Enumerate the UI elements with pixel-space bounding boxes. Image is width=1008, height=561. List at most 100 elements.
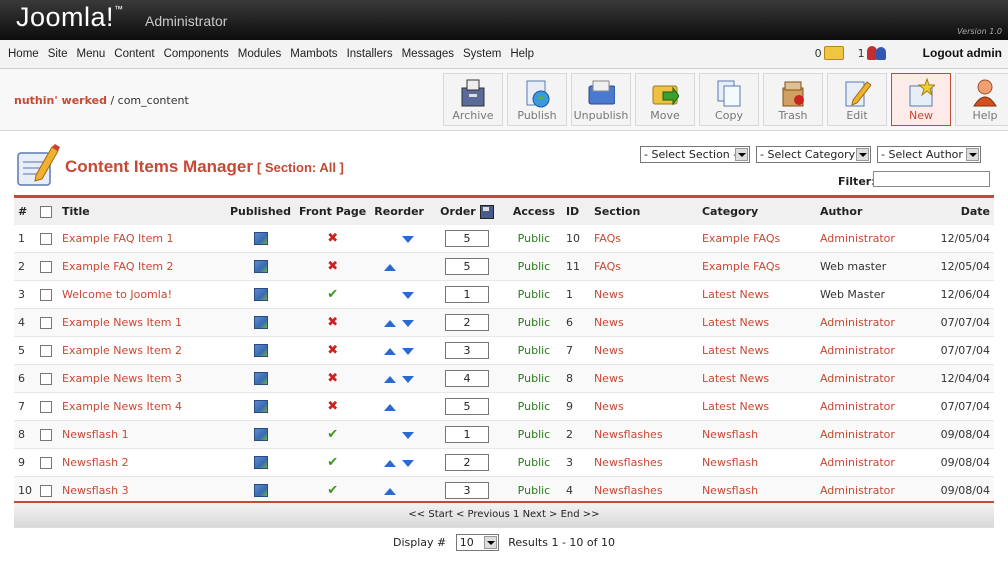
move-up-icon[interactable] [384, 487, 397, 495]
row-checkbox[interactable] [40, 373, 52, 385]
category-link[interactable]: Example FAQs [702, 232, 780, 245]
move-down-icon[interactable] [402, 347, 415, 355]
published-icon[interactable] [253, 400, 268, 414]
author-link[interactable]: Administrator [820, 372, 895, 385]
author-link[interactable]: Administrator [820, 456, 895, 469]
section-link[interactable]: News [594, 372, 624, 385]
move-down-icon[interactable] [402, 375, 415, 383]
toolbar-help-button[interactable]: Help [955, 73, 1008, 126]
row-checkbox[interactable] [40, 457, 52, 469]
frontpage-no-icon[interactable]: ✖ [327, 399, 338, 414]
access-link[interactable]: Public [518, 260, 551, 273]
pagination-next[interactable]: Next > [523, 509, 558, 520]
category-link[interactable]: Latest News [702, 288, 769, 301]
save-order-icon[interactable] [479, 204, 494, 219]
item-title-link[interactable]: Example FAQ Item 2 [62, 260, 174, 273]
order-input[interactable]: 1 [444, 286, 489, 303]
access-link[interactable]: Public [518, 232, 551, 245]
category-link[interactable]: Newsflash [702, 456, 758, 469]
author-link[interactable]: Administrator [820, 484, 895, 497]
order-input[interactable]: 3 [444, 482, 489, 499]
category-link[interactable]: Example FAQs [702, 260, 780, 273]
frontpage-no-icon[interactable]: ✖ [327, 259, 338, 274]
section-link[interactable]: News [594, 288, 624, 301]
order-input[interactable]: 2 [444, 314, 489, 331]
select-section[interactable]: - Select Section - [640, 146, 750, 163]
author-link[interactable]: Administrator [820, 428, 895, 441]
order-input[interactable]: 4 [444, 370, 489, 387]
pagination-end[interactable]: End >> [561, 509, 600, 520]
menu-item-help[interactable]: Help [510, 48, 534, 60]
published-icon[interactable] [253, 316, 268, 330]
move-up-icon[interactable] [384, 319, 397, 327]
author-link[interactable]: Administrator [820, 232, 895, 245]
item-title-link[interactable]: Example FAQ Item 1 [62, 232, 174, 245]
frontpage-yes-icon[interactable]: ✔ [327, 455, 338, 470]
row-checkbox[interactable] [40, 485, 52, 497]
menu-item-system[interactable]: System [463, 48, 501, 60]
item-title-link[interactable]: Example News Item 2 [62, 344, 182, 357]
row-checkbox[interactable] [40, 345, 52, 357]
order-input[interactable]: 5 [444, 230, 489, 247]
move-up-icon[interactable] [384, 403, 397, 411]
menu-item-modules[interactable]: Modules [238, 48, 281, 60]
row-checkbox[interactable] [40, 261, 52, 273]
access-link[interactable]: Public [518, 456, 551, 469]
category-link[interactable]: Latest News [702, 344, 769, 357]
order-input[interactable]: 1 [444, 426, 489, 443]
menu-item-mambots[interactable]: Mambots [290, 48, 337, 60]
pagination-previous[interactable]: < Previous [456, 509, 510, 520]
row-checkbox[interactable] [40, 429, 52, 441]
frontpage-no-icon[interactable]: ✖ [327, 231, 338, 246]
published-icon[interactable] [253, 372, 268, 386]
toolbar-archive-button[interactable]: Archive [443, 73, 503, 126]
published-icon[interactable] [253, 232, 268, 246]
item-title-link[interactable]: Newsflash 3 [62, 484, 129, 497]
frontpage-yes-icon[interactable]: ✔ [327, 483, 338, 498]
access-link[interactable]: Public [518, 288, 551, 301]
access-link[interactable]: Public [518, 372, 551, 385]
order-input[interactable]: 5 [444, 398, 489, 415]
category-link[interactable]: Newsflash [702, 484, 758, 497]
menu-item-home[interactable]: Home [8, 48, 39, 60]
move-up-icon[interactable] [384, 375, 397, 383]
toolbar-copy-button[interactable]: Copy [699, 73, 759, 126]
row-checkbox[interactable] [40, 317, 52, 329]
select-author[interactable]: - Select Author - [877, 146, 981, 163]
section-link[interactable]: News [594, 344, 624, 357]
access-link[interactable]: Public [518, 484, 551, 497]
toolbar-unpublish-button[interactable]: Unpublish [571, 73, 631, 126]
published-icon[interactable] [253, 288, 268, 302]
users-icon[interactable] [866, 46, 887, 60]
section-link[interactable]: News [594, 400, 624, 413]
col-title[interactable]: Title [58, 196, 226, 225]
access-link[interactable]: Public [518, 316, 551, 329]
item-title-link[interactable]: Welcome to Joomla! [62, 288, 172, 301]
item-title-link[interactable]: Example News Item 1 [62, 316, 182, 329]
select-all-checkbox[interactable] [40, 206, 52, 218]
category-link[interactable]: Latest News [702, 372, 769, 385]
access-link[interactable]: Public [518, 344, 551, 357]
menu-item-site[interactable]: Site [48, 48, 68, 60]
toolbar-move-button[interactable]: Move [635, 73, 695, 126]
item-title-link[interactable]: Newsflash 1 [62, 428, 129, 441]
move-down-icon[interactable] [402, 459, 415, 467]
item-title-link[interactable]: Example News Item 4 [62, 400, 182, 413]
item-title-link[interactable]: Newsflash 2 [62, 456, 129, 469]
frontpage-yes-icon[interactable]: ✔ [327, 427, 338, 442]
section-link[interactable]: FAQs [594, 232, 621, 245]
row-checkbox[interactable] [40, 401, 52, 413]
move-down-icon[interactable] [402, 431, 415, 439]
toolbar-new-button[interactable]: New [891, 73, 951, 126]
display-count-select[interactable]: 10 [455, 534, 499, 551]
move-up-icon[interactable] [384, 263, 397, 271]
category-link[interactable]: Latest News [702, 400, 769, 413]
move-down-icon[interactable] [402, 235, 415, 243]
section-link[interactable]: Newsflashes [594, 484, 663, 497]
section-link[interactable]: FAQs [594, 260, 621, 273]
menu-item-components[interactable]: Components [164, 48, 229, 60]
frontpage-yes-icon[interactable]: ✔ [327, 287, 338, 302]
published-icon[interactable] [253, 484, 268, 498]
access-link[interactable]: Public [518, 400, 551, 413]
select-category[interactable]: - Select Category - [756, 146, 871, 163]
